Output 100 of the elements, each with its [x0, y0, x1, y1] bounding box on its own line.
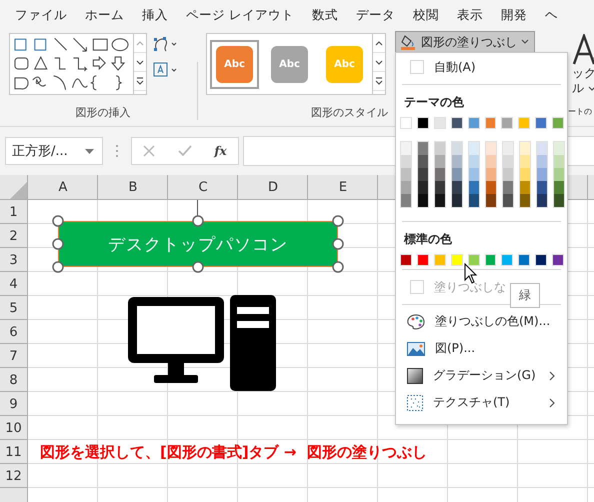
desktop-computer-icon[interactable] — [128, 295, 276, 391]
color-swatch[interactable] — [401, 142, 411, 155]
row-header[interactable]: 7 — [0, 344, 27, 368]
color-swatch[interactable] — [469, 142, 479, 155]
color-swatch[interactable] — [452, 142, 462, 155]
color-swatch[interactable] — [486, 194, 496, 207]
row-header[interactable]: 5 — [0, 296, 27, 320]
color-swatch[interactable] — [452, 168, 462, 181]
ribbon-tab[interactable]: ファイル — [6, 6, 76, 24]
menu-item[interactable]: グラデーション(G) — [399, 362, 564, 389]
color-swatch[interactable] — [468, 117, 480, 129]
color-swatch[interactable] — [535, 117, 548, 129]
color-swatch[interactable] — [418, 155, 428, 168]
resize-handle[interactable] — [52, 215, 64, 227]
resize-handle[interactable] — [332, 238, 344, 250]
color-swatch[interactable] — [486, 168, 496, 181]
color-swatch[interactable] — [518, 254, 530, 266]
color-swatch[interactable] — [435, 155, 445, 168]
ribbon-tab[interactable]: 表示 — [448, 6, 492, 24]
color-swatch[interactable] — [401, 155, 411, 168]
color-swatch[interactable] — [469, 181, 479, 194]
color-swatch[interactable] — [501, 254, 514, 266]
row-header[interactable]: 2 — [0, 224, 27, 248]
ribbon-tab[interactable]: 校閲 — [404, 6, 448, 24]
color-swatch[interactable] — [486, 142, 496, 155]
menu-item[interactable]: 図(P)... — [399, 335, 564, 362]
name-box[interactable]: 正方形/... — [5, 137, 103, 165]
color-swatch[interactable] — [503, 181, 513, 194]
color-swatch[interactable] — [400, 254, 412, 266]
resize-handle[interactable] — [52, 238, 64, 250]
color-swatch[interactable] — [434, 254, 446, 266]
color-swatch[interactable] — [486, 181, 496, 194]
column-header[interactable]: C — [168, 175, 238, 199]
color-swatch[interactable] — [418, 181, 428, 194]
automatic-option[interactable]: 自動(A) — [399, 53, 564, 81]
color-swatch[interactable] — [452, 155, 462, 168]
resize-handle[interactable] — [332, 215, 344, 227]
color-swatch[interactable] — [503, 168, 513, 181]
color-swatch[interactable] — [535, 254, 548, 266]
ribbon-tab[interactable]: 数式 — [302, 6, 347, 24]
color-swatch[interactable] — [554, 142, 564, 155]
row-header[interactable]: 9 — [0, 392, 27, 416]
row-header[interactable]: 4 — [0, 272, 27, 296]
color-swatch[interactable] — [435, 194, 445, 207]
select-all-button[interactable] — [0, 175, 28, 200]
color-swatch[interactable] — [401, 181, 411, 194]
color-swatch[interactable] — [418, 194, 428, 207]
edit-shape-icon[interactable] — [152, 35, 178, 53]
drag-handle-icon[interactable] — [115, 144, 119, 158]
row-header[interactable]: 1 — [0, 200, 27, 224]
resize-handle[interactable] — [52, 261, 64, 273]
resize-handle[interactable] — [332, 261, 344, 273]
color-swatch[interactable] — [520, 142, 530, 155]
color-swatch[interactable] — [554, 181, 564, 194]
shapes-gallery[interactable] — [9, 33, 147, 95]
color-swatch[interactable] — [416, 254, 429, 266]
menu-item[interactable]: 塗りつぶしの色(M)... — [399, 308, 564, 335]
ribbon-tab[interactable]: 開発 — [492, 6, 536, 24]
color-swatch[interactable] — [435, 142, 445, 155]
row-header[interactable]: 8 — [0, 368, 27, 392]
color-swatch[interactable] — [537, 181, 547, 194]
color-swatch[interactable] — [469, 168, 479, 181]
color-swatch[interactable] — [401, 168, 411, 181]
row-header[interactable]: 10 — [0, 416, 27, 440]
ribbon-tab[interactable]: データ — [346, 6, 404, 24]
color-swatch[interactable] — [520, 168, 530, 181]
row-header[interactable]: 11 — [0, 440, 27, 464]
check-icon[interactable] — [178, 145, 192, 157]
shape-fill-button[interactable]: 図形の塗りつぶし — [395, 31, 535, 53]
color-swatch[interactable] — [537, 142, 547, 155]
resize-handle[interactable] — [192, 261, 204, 273]
color-swatch[interactable] — [501, 117, 514, 129]
ribbon-tab[interactable]: ホーム — [76, 6, 133, 24]
color-swatch[interactable] — [520, 155, 530, 168]
color-swatch[interactable] — [400, 117, 412, 129]
column-header[interactable]: B — [98, 175, 168, 199]
color-swatch[interactable] — [503, 194, 513, 207]
color-swatch[interactable] — [520, 194, 530, 207]
color-swatch[interactable] — [552, 254, 564, 266]
color-swatch[interactable] — [401, 194, 411, 207]
ribbon-tab[interactable]: ページ レイアウト — [177, 6, 303, 24]
color-swatch[interactable] — [537, 155, 547, 168]
color-swatch[interactable] — [435, 168, 445, 181]
color-swatch[interactable] — [450, 254, 463, 266]
ribbon-tab[interactable]: 挿入 — [133, 6, 177, 24]
color-swatch[interactable] — [554, 168, 564, 181]
column-header[interactable]: D — [238, 175, 308, 199]
cancel-icon[interactable] — [143, 145, 156, 157]
color-swatch[interactable] — [484, 117, 496, 129]
row-header[interactable]: 3 — [0, 248, 27, 272]
color-swatch[interactable] — [468, 254, 480, 266]
color-swatch[interactable] — [518, 117, 530, 129]
color-swatch[interactable] — [503, 142, 513, 155]
color-swatch[interactable] — [452, 194, 462, 207]
color-swatch[interactable] — [486, 155, 496, 168]
color-swatch[interactable] — [552, 117, 564, 129]
color-swatch[interactable] — [418, 168, 428, 181]
color-swatch[interactable] — [469, 194, 479, 207]
color-swatch[interactable] — [520, 181, 530, 194]
color-swatch[interactable] — [416, 117, 429, 129]
